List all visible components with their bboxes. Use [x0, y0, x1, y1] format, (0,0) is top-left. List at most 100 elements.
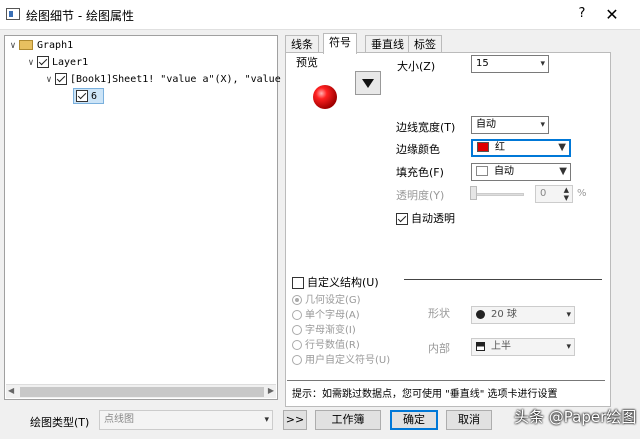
- transparency-slider[interactable]: [470, 193, 524, 196]
- spinner-arrows-icon[interactable]: ▲ ▼: [564, 186, 569, 202]
- edge-width-combo[interactable]: 自动 ▾: [471, 116, 549, 134]
- option-user-defined[interactable]: 用户自定义符号(U): [292, 351, 390, 366]
- tab-line[interactable]: 线条: [285, 35, 319, 53]
- symbol-gallery-button[interactable]: [355, 71, 381, 95]
- radio-button[interactable]: [292, 355, 302, 365]
- tree-label-plot: [Book1]Sheet1! "value a"(X), "value b"(: [70, 74, 305, 85]
- option-label: 几何设定(G): [305, 295, 361, 306]
- scroll-left-icon[interactable]: ◀: [8, 386, 14, 395]
- ball-shape-icon: [476, 309, 485, 319]
- transparency-slider-handle[interactable]: [470, 186, 477, 200]
- chevron-down-icon: ▾: [540, 59, 545, 69]
- edge-color-swatch: [477, 142, 489, 152]
- size-label: 大小(Z): [397, 60, 436, 73]
- tree-label-graph: Graph1: [37, 40, 74, 51]
- interior-label: 内部: [428, 342, 450, 355]
- tab-drop-lines[interactable]: 垂直线: [365, 35, 410, 53]
- help-button[interactable]: ?: [574, 6, 590, 24]
- option-single-letter[interactable]: 单个字母(A): [292, 306, 360, 321]
- plot-tree[interactable]: ∨ Graph1 ∨ Layer1 ∨ [Book1]Sheet1! "value a…: [4, 35, 305, 400]
- chevron-down-icon[interactable]: ∨: [25, 55, 37, 71]
- plot-checkbox[interactable]: [55, 73, 67, 85]
- hint-separator: [287, 380, 605, 381]
- radio-button[interactable]: [292, 295, 302, 305]
- tab-labels[interactable]: 标签: [408, 35, 442, 53]
- transparency-label: 透明度(Y): [396, 189, 445, 202]
- cancel-button[interactable]: 取消: [446, 410, 492, 430]
- transparency-value: 0: [540, 188, 547, 199]
- auto-transparency-row[interactable]: 自动透明: [396, 210, 455, 226]
- chevron-down-icon: ▾: [566, 310, 571, 320]
- tree-horizontal-scrollbar[interactable]: ◀ ▶: [6, 384, 276, 398]
- tree-node-plot[interactable]: ∨ [Book1]Sheet1! "value a"(X), "value b"(: [43, 72, 305, 88]
- option-label: 字母渐变(I): [305, 325, 356, 336]
- layer-checkbox[interactable]: [37, 56, 49, 68]
- watermark: 头条 @Paper绘图: [514, 408, 637, 426]
- close-button[interactable]: ✕: [602, 5, 622, 25]
- size-combo[interactable]: 15 ▾: [471, 55, 549, 73]
- chevron-down-icon: ▾: [540, 120, 545, 130]
- shape-label: 形状: [428, 307, 450, 320]
- chevron-down-icon[interactable]: ∨: [7, 38, 19, 54]
- option-label: 单个字母(A): [305, 310, 360, 321]
- interior-combo[interactable]: 上半 ▾: [471, 338, 575, 356]
- option-label: 行号数值(R): [305, 340, 360, 351]
- size-value: 15: [476, 58, 489, 69]
- chevron-down-icon: ▼: [559, 166, 567, 177]
- radio-button[interactable]: [292, 310, 302, 320]
- fill-color-value: 自动: [494, 166, 514, 177]
- custom-construction-label: 自定义结构(U): [307, 276, 379, 289]
- radio-button[interactable]: [292, 340, 302, 350]
- separator-line: [404, 279, 602, 280]
- fill-color-swatch: [476, 166, 488, 176]
- shape-value: 20 球: [491, 309, 517, 320]
- option-geometric[interactable]: 几何设定(G): [292, 291, 361, 306]
- radio-button[interactable]: [292, 325, 302, 335]
- window-title: 绘图细节 - 绘图属性: [26, 9, 134, 23]
- edge-width-value: 自动: [476, 119, 496, 130]
- red-ball-symbol: [313, 85, 337, 109]
- triangle-down-icon: [362, 79, 374, 88]
- folder-icon: [19, 40, 33, 50]
- shape-combo[interactable]: 20 球 ▾: [471, 306, 575, 324]
- chevron-down-icon[interactable]: ∨: [43, 72, 55, 88]
- tree-label-point: 6: [91, 91, 98, 102]
- transparency-spinner[interactable]: 0 ▲ ▼: [535, 185, 573, 203]
- edge-width-label: 边线宽度(T): [396, 121, 456, 134]
- tree-node-layer[interactable]: ∨ Layer1: [25, 55, 88, 71]
- chevron-down-icon: ▾: [566, 342, 571, 352]
- plot-type-combo[interactable]: 点线图 ▾: [99, 410, 273, 430]
- fill-color-combo[interactable]: 自动 ▼: [471, 163, 571, 181]
- half-fill-icon: [476, 341, 485, 351]
- app-icon: [6, 8, 20, 20]
- title-bar: 绘图细节 - 绘图属性 ? ✕: [0, 0, 640, 30]
- tree-node-point[interactable]: 6: [73, 88, 105, 104]
- scroll-right-icon[interactable]: ▶: [268, 386, 274, 395]
- edge-color-value: 红: [495, 142, 505, 153]
- custom-construction-checkbox[interactable]: [292, 277, 304, 289]
- plot-type-label: 绘图类型(T): [30, 416, 90, 429]
- tree-node-graph[interactable]: ∨ Graph1: [7, 38, 73, 54]
- option-row-number[interactable]: 行号数值(R): [292, 336, 360, 351]
- workbook-button[interactable]: 工作簿: [315, 410, 381, 430]
- point-checkbox[interactable]: [76, 90, 88, 102]
- transparency-unit: %: [577, 188, 587, 199]
- edge-color-label: 边缘颜色: [396, 143, 440, 156]
- expand-button[interactable]: >>: [283, 410, 307, 430]
- symbol-preview: [313, 85, 337, 109]
- plot-type-value: 点线图: [104, 414, 134, 425]
- tree-label-layer: Layer1: [52, 57, 89, 68]
- ok-button[interactable]: 确定: [390, 410, 438, 430]
- option-label: 用户自定义符号(U): [305, 355, 391, 366]
- custom-construction-row[interactable]: 自定义结构(U): [292, 274, 379, 290]
- option-letter-gradient[interactable]: 字母渐变(I): [292, 321, 356, 336]
- fill-color-label: 填充色(F): [396, 166, 444, 179]
- edge-color-combo[interactable]: 红 ▼: [471, 139, 571, 157]
- scrollbar-thumb[interactable]: [20, 387, 264, 397]
- tab-symbol[interactable]: 符号: [323, 33, 357, 54]
- auto-transparency-label: 自动透明: [411, 212, 455, 225]
- auto-transparency-checkbox[interactable]: [396, 213, 408, 225]
- preview-label: 预览: [296, 56, 318, 69]
- chevron-down-icon: ▼: [558, 142, 566, 153]
- hint-text: 提示：如需跳过数据点，您可使用 "垂直线" 选项卡进行设置: [292, 389, 558, 400]
